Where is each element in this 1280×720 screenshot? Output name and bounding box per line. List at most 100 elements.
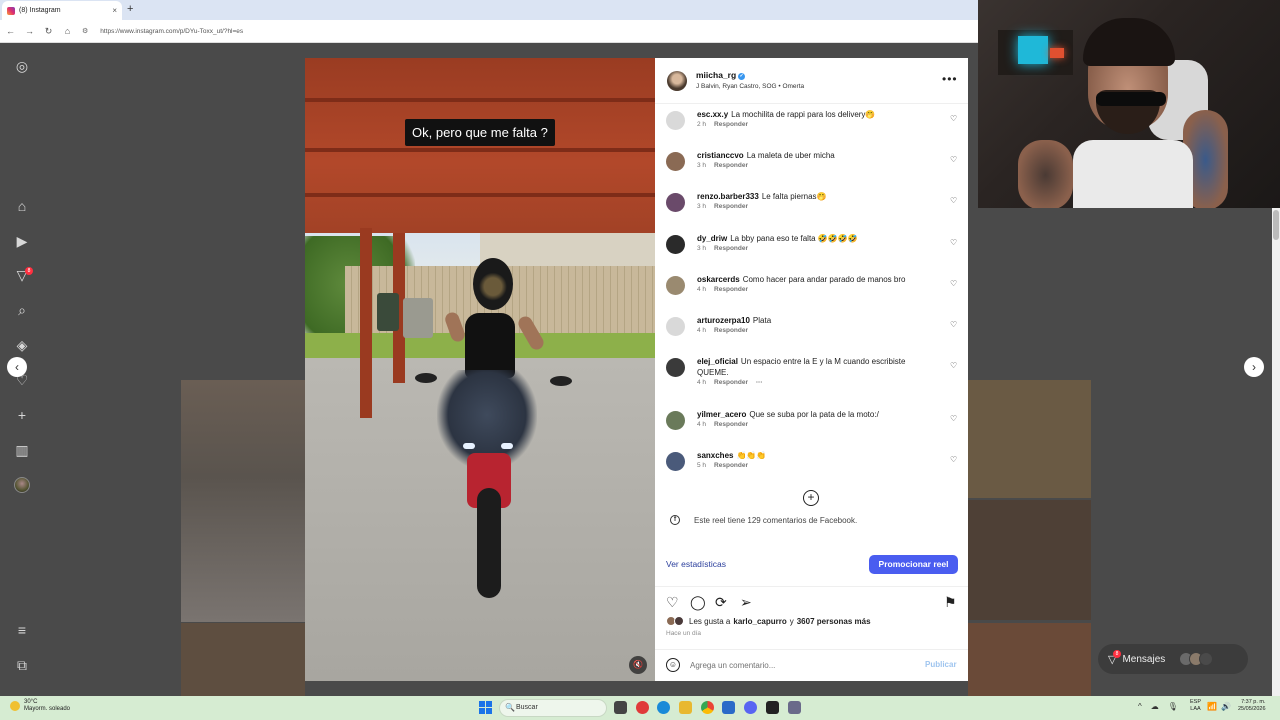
app-icon[interactable] xyxy=(636,701,649,714)
commenter-avatar[interactable] xyxy=(666,317,685,336)
load-more-comments-icon[interactable]: + xyxy=(803,490,819,506)
scrollbar-thumb[interactable] xyxy=(1273,210,1279,240)
dashboard-icon[interactable]: ▥ xyxy=(14,442,30,458)
commenter-username[interactable]: esc.xx.y xyxy=(697,110,728,119)
author-username[interactable]: miicha_rg ✓ xyxy=(696,70,746,80)
create-icon[interactable]: + xyxy=(14,407,30,423)
comment-like-icon[interactable]: ♡ xyxy=(950,361,957,370)
file-explorer-icon[interactable] xyxy=(679,701,692,714)
language-indicator[interactable]: ESP LAA xyxy=(1190,699,1201,713)
page-scrollbar[interactable] xyxy=(1272,208,1280,696)
next-post-button[interactable]: › xyxy=(1244,357,1264,377)
reply-button[interactable]: Responder xyxy=(714,286,748,293)
comment-like-icon[interactable]: ♡ xyxy=(950,155,957,164)
reply-button[interactable]: Responder xyxy=(714,121,748,128)
like-icon[interactable]: ♡ xyxy=(666,594,679,610)
commenter-avatar[interactable] xyxy=(666,152,685,171)
tray-overflow-icon[interactable]: ^ xyxy=(1138,702,1142,711)
commenter-username[interactable]: elej_oficial xyxy=(697,357,738,366)
settings-icon[interactable] xyxy=(788,701,801,714)
commenter-username[interactable]: cristianccvo xyxy=(697,151,744,160)
comment-like-icon[interactable]: ♡ xyxy=(950,238,957,247)
mute-icon[interactable]: 🔇 xyxy=(629,656,647,674)
commenter-avatar[interactable] xyxy=(666,276,685,295)
commenter-avatar[interactable] xyxy=(666,235,685,254)
messages-pill[interactable]: ▽ 8 Mensajes xyxy=(1098,644,1248,674)
commenter-username[interactable]: oskarcerds xyxy=(697,275,740,284)
reply-button[interactable]: Responder xyxy=(714,421,748,428)
task-view-icon[interactable] xyxy=(614,701,627,714)
likes-count-link[interactable]: 3607 personas más xyxy=(797,617,871,626)
promote-reel-button[interactable]: Promocionar reel xyxy=(869,555,958,574)
comment-like-icon[interactable]: ♡ xyxy=(950,279,957,288)
reply-button[interactable]: Responder xyxy=(714,327,748,334)
new-tab-button[interactable]: + xyxy=(127,3,133,15)
onedrive-icon[interactable]: ☁ xyxy=(1151,702,1159,711)
comment-like-icon[interactable]: ♡ xyxy=(950,414,957,423)
forward-button[interactable]: → xyxy=(25,26,34,36)
save-icon[interactable]: ⚑ xyxy=(944,594,957,610)
send-icon[interactable]: ➢ xyxy=(740,594,752,610)
comment-input[interactable] xyxy=(690,657,910,674)
reply-button[interactable]: Responder xyxy=(714,162,748,169)
comment-like-icon[interactable]: ♡ xyxy=(950,455,957,464)
chrome-icon[interactable] xyxy=(701,701,714,714)
tab-close-icon[interactable]: × xyxy=(112,6,117,15)
discord-icon[interactable] xyxy=(744,701,757,714)
explore-icon[interactable]: ◈ xyxy=(14,337,30,353)
repost-icon[interactable]: ⟳ xyxy=(715,594,727,610)
author-username-text[interactable]: miicha_rg xyxy=(696,70,736,80)
author-avatar[interactable] xyxy=(667,71,687,91)
reel-video[interactable]: Ok, pero que me falta ? 🔇 xyxy=(305,58,655,681)
comment-icon[interactable]: ◯ xyxy=(690,594,706,610)
obs-icon[interactable] xyxy=(766,701,779,714)
menu-icon[interactable]: ≡ xyxy=(14,622,30,638)
more-options-icon[interactable]: ••• xyxy=(942,72,958,86)
back-button[interactable]: ← xyxy=(6,26,15,36)
commenter-username[interactable]: sanxches xyxy=(697,451,733,460)
comment-like-icon[interactable]: ♡ xyxy=(950,196,957,205)
comment-like-icon[interactable]: ♡ xyxy=(950,114,957,123)
commenter-username[interactable]: arturozerpa10 xyxy=(697,316,750,325)
home-button[interactable]: ⌂ xyxy=(63,26,72,36)
weather-widget[interactable]: 30°C Mayorm. soleado xyxy=(10,699,70,713)
commenter-avatar[interactable] xyxy=(666,411,685,430)
commenter-avatar[interactable] xyxy=(666,193,685,212)
edge-icon[interactable] xyxy=(657,701,670,714)
search-icon[interactable]: ⌕ xyxy=(14,302,30,318)
commenter-avatar[interactable] xyxy=(666,452,685,471)
view-insights-link[interactable]: Ver estadísticas xyxy=(666,559,726,569)
url-field[interactable]: https://www.instagram.com/p/DYu-Toxx_ut/… xyxy=(100,28,243,35)
home-icon[interactable]: ⌂ xyxy=(14,198,30,214)
commenter-avatar[interactable] xyxy=(666,358,685,377)
site-info-icon[interactable]: ⚙ xyxy=(82,27,88,35)
commenter-username[interactable]: renzo.barber333 xyxy=(697,192,759,201)
reply-button[interactable]: Responder xyxy=(714,379,748,386)
reply-button[interactable]: Responder xyxy=(714,462,748,469)
commenter-avatar[interactable] xyxy=(666,111,685,130)
store-icon[interactable] xyxy=(722,701,735,714)
comment-like-icon[interactable]: ♡ xyxy=(950,320,957,329)
instagram-logo-icon[interactable]: ◎ xyxy=(14,58,30,74)
microphone-icon[interactable]: 🎙 xyxy=(1168,702,1178,711)
comment-options-icon[interactable]: ··· xyxy=(756,379,763,386)
publish-comment-button[interactable]: Publicar xyxy=(925,660,957,669)
post-audio-subtitle[interactable]: J Balvin, Ryan Castro, SOG • Omerta xyxy=(696,83,804,90)
start-button[interactable] xyxy=(479,701,492,714)
profile-avatar[interactable] xyxy=(14,477,30,493)
likes-user-link[interactable]: karlo_capurro xyxy=(733,617,786,626)
taskbar-search[interactable]: 🔍 Buscar xyxy=(499,699,607,717)
browser-tab[interactable]: (8) Instagram × xyxy=(2,1,122,20)
reply-button[interactable]: Responder xyxy=(714,203,748,210)
volume-icon[interactable]: 🔊 xyxy=(1221,702,1231,711)
emoji-icon[interactable]: ☺ xyxy=(666,658,680,672)
reply-button[interactable]: Responder xyxy=(714,245,748,252)
reels-icon[interactable]: ▶ xyxy=(14,233,30,249)
reload-button[interactable]: ↻ xyxy=(44,26,53,37)
commenter-username[interactable]: yilmer_acero xyxy=(697,410,746,419)
previous-post-button[interactable]: ‹ xyxy=(7,357,27,377)
clock[interactable]: 7:37 p. m. 25/05/2026 xyxy=(1238,699,1266,713)
more-apps-icon[interactable]: ⧉ xyxy=(14,657,30,673)
wifi-icon[interactable]: 📶 xyxy=(1207,702,1217,711)
commenter-username[interactable]: dy_driw xyxy=(697,234,727,243)
